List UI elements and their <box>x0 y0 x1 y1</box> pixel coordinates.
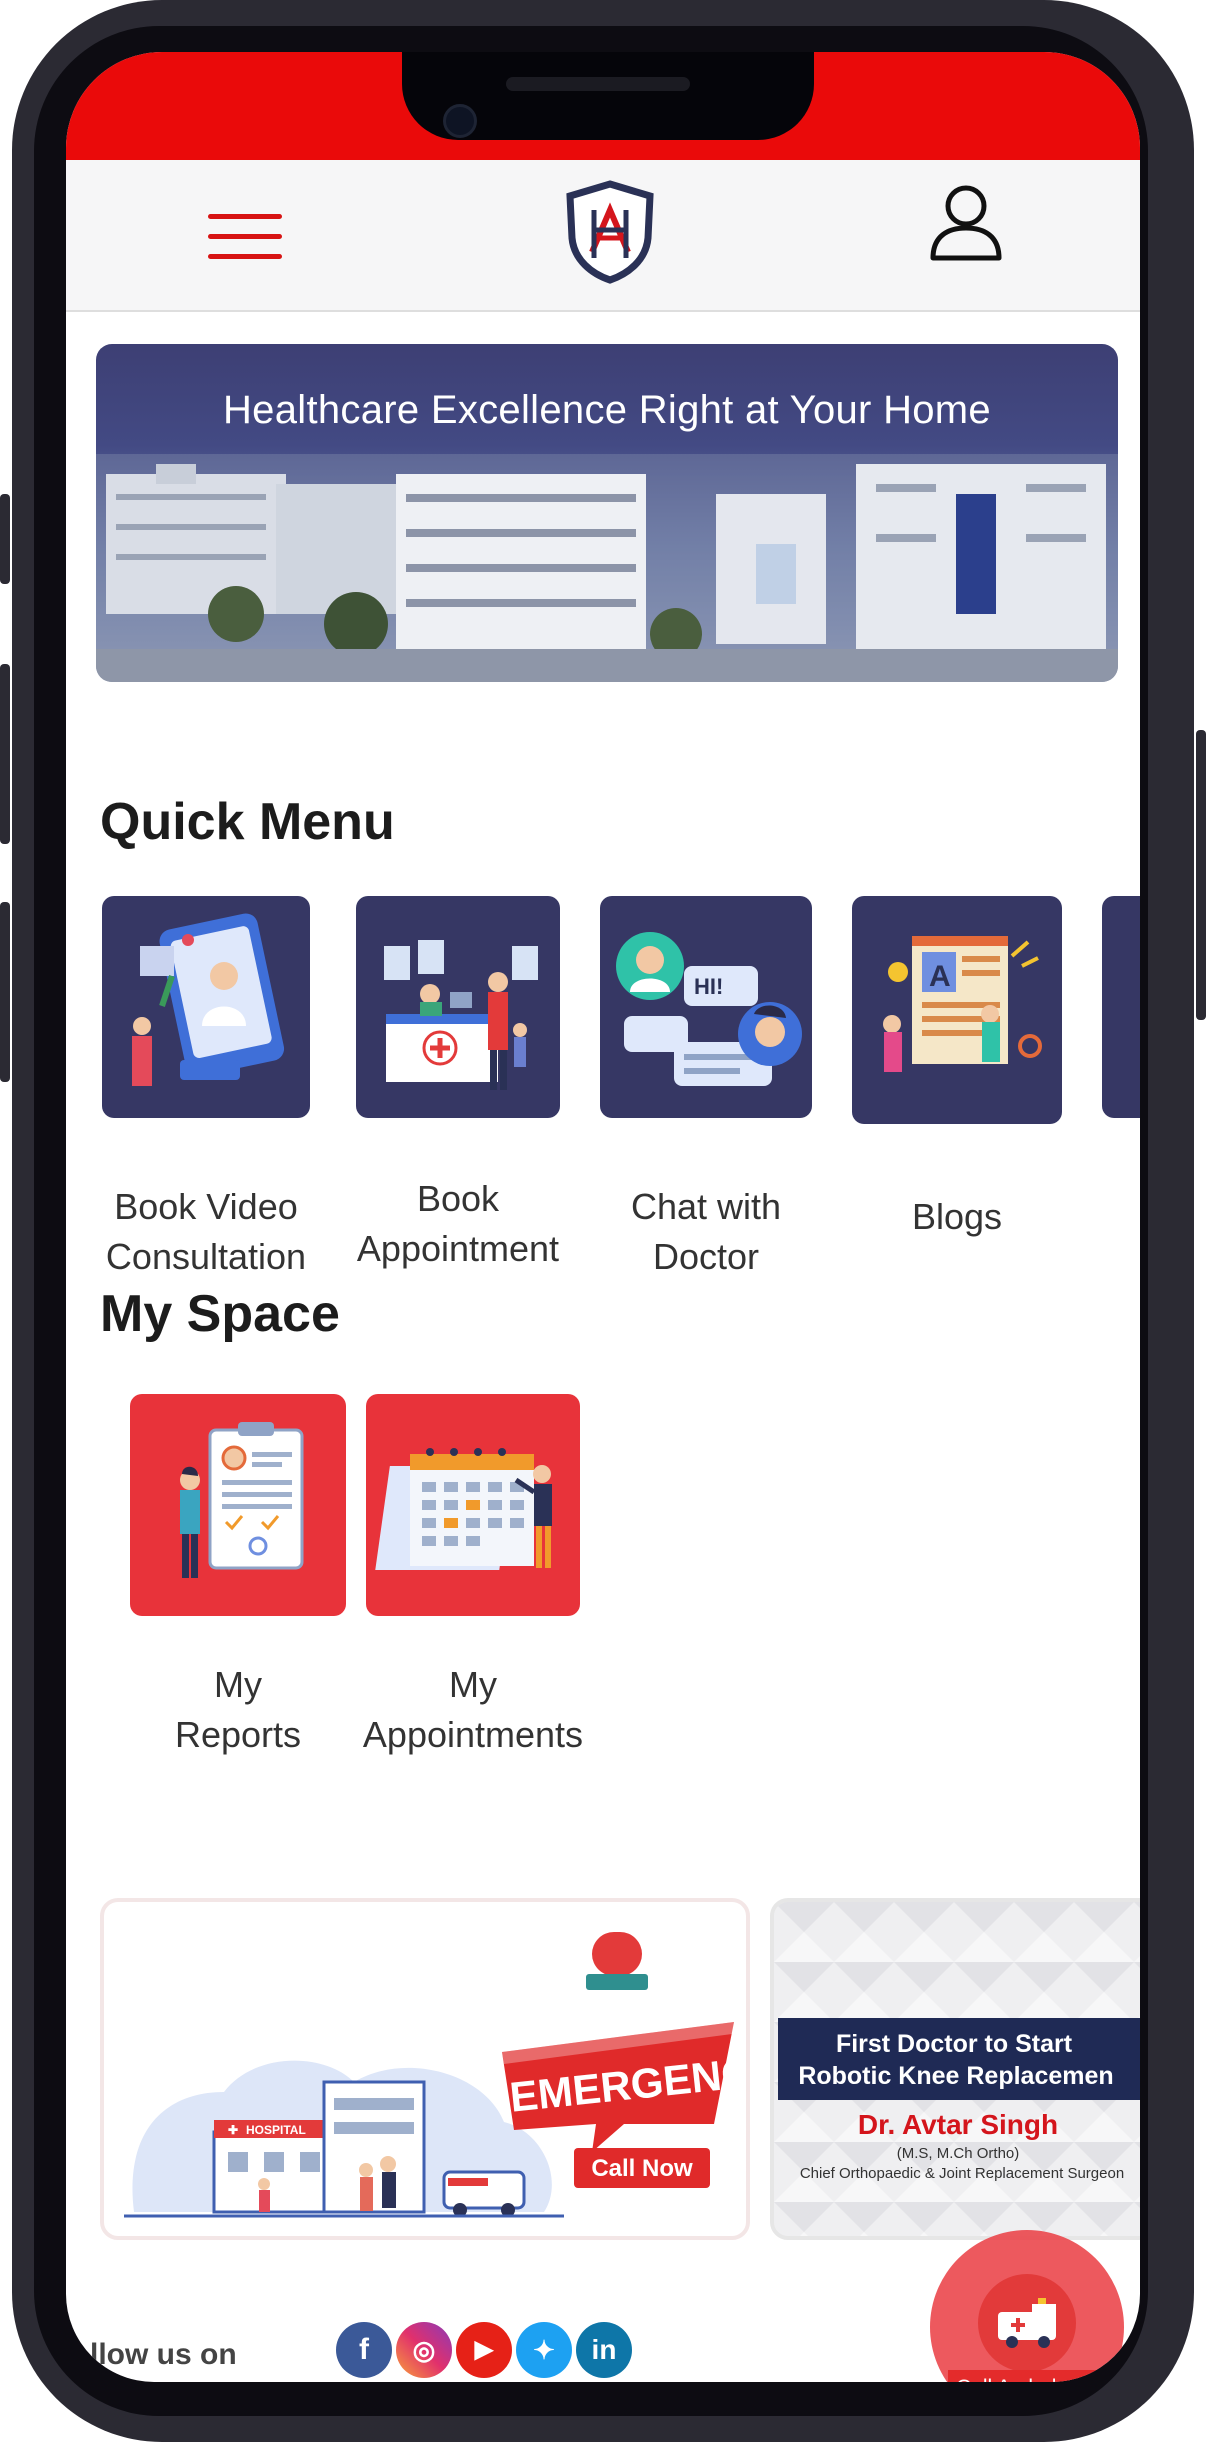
svg-text:(M.S, M.Ch Ortho): (M.S, M.Ch Ortho) <box>897 2145 1020 2162</box>
calendar-illustration <box>375 1448 552 1570</box>
svg-text:Chief Orthopaedic & Joint Repl: Chief Orthopaedic & Joint Replacement Su… <box>800 2165 1124 2182</box>
ambulance-icon <box>998 2298 1056 2348</box>
youtube-icon[interactable]: ▶ <box>456 2322 512 2378</box>
linkedin-icon[interactable]: in <box>576 2322 632 2378</box>
twitter-icon[interactable]: ✦ <box>516 2322 572 2378</box>
my-reports-tile[interactable] <box>130 1394 346 1616</box>
my-space-title: My Space <box>100 1285 340 1343</box>
ambulance-icon-circle <box>978 2274 1076 2372</box>
svg-text:Call Now: Call Now <box>591 2155 693 2182</box>
my-appointments-label: My Appointments <box>362 1664 584 1755</box>
book-appointment-tile[interactable] <box>356 896 560 1118</box>
book-appointment-label: Book Appointment <box>356 1178 560 1269</box>
banner-title: Healthcare Excellence Right at Your Home <box>223 388 991 432</box>
svg-text:Dr. Avtar Singh: Dr. Avtar Singh <box>858 2109 1058 2140</box>
hero-banner[interactable]: Healthcare Excellence Right at Your Home <box>96 344 1118 682</box>
my-appointments-tile[interactable] <box>366 1394 580 1616</box>
speaker <box>506 77 690 91</box>
book-video-consultation-tile[interactable] <box>102 896 310 1118</box>
book-video-consultation-label: Book Video Consultation <box>105 1186 307 1277</box>
follow-us-label: llow us on <box>90 2338 237 2371</box>
chat-with-doctor-tile[interactable]: HI! <box>600 896 812 1118</box>
hamburger-menu-icon[interactable] <box>208 214 282 260</box>
emergency-promo-card[interactable]: ✚ HOSPITAL EMERGENCY Call Now <box>100 1898 750 2240</box>
svg-text:A: A <box>929 960 951 993</box>
video-consultation-illustration <box>132 913 285 1086</box>
app-header <box>66 160 1140 312</box>
doctor-promo-card[interactable]: First Doctor to Start Robotic Knee Repla… <box>770 1898 1140 2240</box>
front-camera <box>443 104 477 138</box>
mute-switch <box>0 494 10 584</box>
emergency-illustration: ✚ HOSPITAL EMERGENCY Call Now <box>124 1932 746 2218</box>
app-screen: Healthcare Excellence Right at Your Home… <box>66 52 1140 2382</box>
blogs-label: Blogs <box>911 1196 1003 1237</box>
user-profile-icon[interactable] <box>928 182 1004 262</box>
chat-illustration: HI! <box>616 932 802 1086</box>
blogs-illustration: A <box>883 936 1042 1072</box>
reports-illustration <box>180 1422 304 1578</box>
notch <box>402 52 814 140</box>
chat-with-doctor-label: Chat with Doctor <box>630 1186 782 1277</box>
appointment-illustration <box>384 940 538 1090</box>
volume-up-button <box>0 664 10 844</box>
doctor-promo-graphic: First Doctor to Start Robotic Knee Repla… <box>774 1902 1140 2236</box>
blogs-tile[interactable]: A <box>852 896 1062 1124</box>
call-ambulance-label: Call Ambulan <box>948 2370 1140 2382</box>
my-reports-label: My Reports <box>174 1664 302 1755</box>
volume-down-button <box>0 902 10 1082</box>
svg-text:First Doctor to Start: First Doctor to Start <box>836 2030 1073 2058</box>
call-ambulance-button[interactable]: Call Ambulan <box>930 2230 1140 2382</box>
quick-menu-title: Quick Menu <box>100 793 395 851</box>
hospital-logo <box>566 180 654 284</box>
power-button <box>1196 730 1206 1020</box>
svg-text:✚: ✚ <box>228 2123 238 2137</box>
quick-menu-tile-partial[interactable] <box>1102 896 1140 1118</box>
svg-text:Robotic Knee Replacemen: Robotic Knee Replacemen <box>798 2062 1113 2090</box>
svg-text:HI!: HI! <box>694 974 723 999</box>
svg-text:HOSPITAL: HOSPITAL <box>246 2123 306 2137</box>
facebook-icon[interactable]: f <box>336 2322 392 2378</box>
instagram-icon[interactable]: ◎ <box>396 2322 452 2378</box>
